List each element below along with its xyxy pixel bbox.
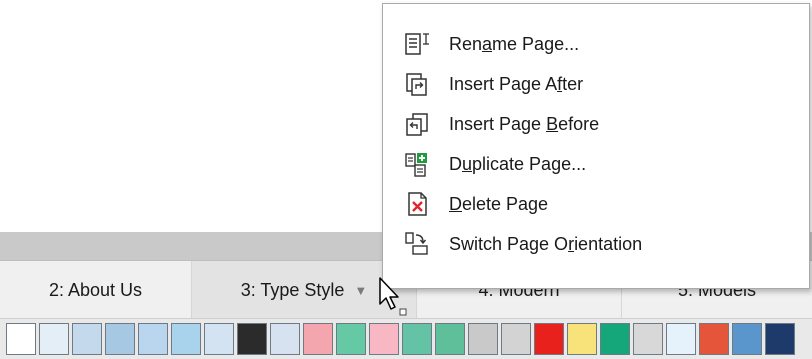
insert-page-before-icon — [406, 113, 428, 136]
color-swatch[interactable] — [204, 323, 234, 355]
color-swatch[interactable] — [171, 323, 201, 355]
color-swatch[interactable] — [237, 323, 267, 355]
color-swatch[interactable] — [534, 323, 564, 355]
mouse-pointer-icon — [379, 277, 407, 316]
color-swatch[interactable] — [699, 323, 729, 355]
color-swatch[interactable] — [765, 323, 795, 355]
color-swatch[interactable] — [270, 323, 300, 355]
color-swatch[interactable] — [501, 323, 531, 355]
menu-item-switch-orientation[interactable]: Switch Page Orientation — [383, 224, 809, 264]
color-swatch[interactable] — [567, 323, 597, 355]
rename-page-icon — [405, 33, 429, 55]
color-swatch[interactable] — [39, 323, 69, 355]
menu-item-label: Switch Page Orientation — [449, 233, 643, 254]
color-swatch[interactable] — [600, 323, 630, 355]
menu-item-label: Duplicate Page... — [449, 153, 587, 174]
tab-label: 3: Type Style — [240, 279, 345, 300]
menu-item-label: Rename Page... — [449, 33, 580, 54]
menu-item-label: Insert Page After — [449, 73, 584, 94]
menu-item-delete-page[interactable]: Delete Page — [383, 184, 809, 224]
tab-label: 2: About Us — [48, 279, 143, 300]
color-swatch[interactable] — [336, 323, 366, 355]
color-swatch[interactable] — [732, 323, 762, 355]
duplicate-page-icon — [405, 153, 427, 177]
color-swatch[interactable] — [633, 323, 663, 355]
color-palette — [0, 318, 812, 359]
switch-orientation-icon — [405, 232, 428, 255]
dropdown-arrow-icon[interactable]: ▼ — [354, 283, 367, 298]
color-swatch[interactable] — [105, 323, 135, 355]
page-context-menu: Rename Page... Insert Page After Insert … — [382, 3, 810, 289]
color-swatch[interactable] — [402, 323, 432, 355]
color-swatch[interactable] — [369, 323, 399, 355]
color-swatch[interactable] — [303, 323, 333, 355]
menu-item-insert-page-before[interactable]: Insert Page Before — [383, 104, 809, 144]
menu-item-label: Insert Page Before — [449, 113, 600, 134]
color-swatch[interactable] — [6, 323, 36, 355]
menu-item-label: Delete Page — [449, 193, 549, 214]
menu-item-rename-page[interactable]: Rename Page... — [383, 24, 809, 64]
menu-item-duplicate-page[interactable]: Duplicate Page... — [383, 144, 809, 184]
color-swatch[interactable] — [138, 323, 168, 355]
insert-page-after-icon — [406, 73, 427, 96]
color-swatch[interactable] — [666, 323, 696, 355]
tab-about-us[interactable]: 2: About Us — [0, 261, 192, 319]
color-swatch[interactable] — [435, 323, 465, 355]
color-swatch[interactable] — [72, 323, 102, 355]
color-swatch[interactable] — [468, 323, 498, 355]
menu-item-insert-page-after[interactable]: Insert Page After — [383, 64, 809, 104]
delete-page-icon — [408, 192, 427, 216]
